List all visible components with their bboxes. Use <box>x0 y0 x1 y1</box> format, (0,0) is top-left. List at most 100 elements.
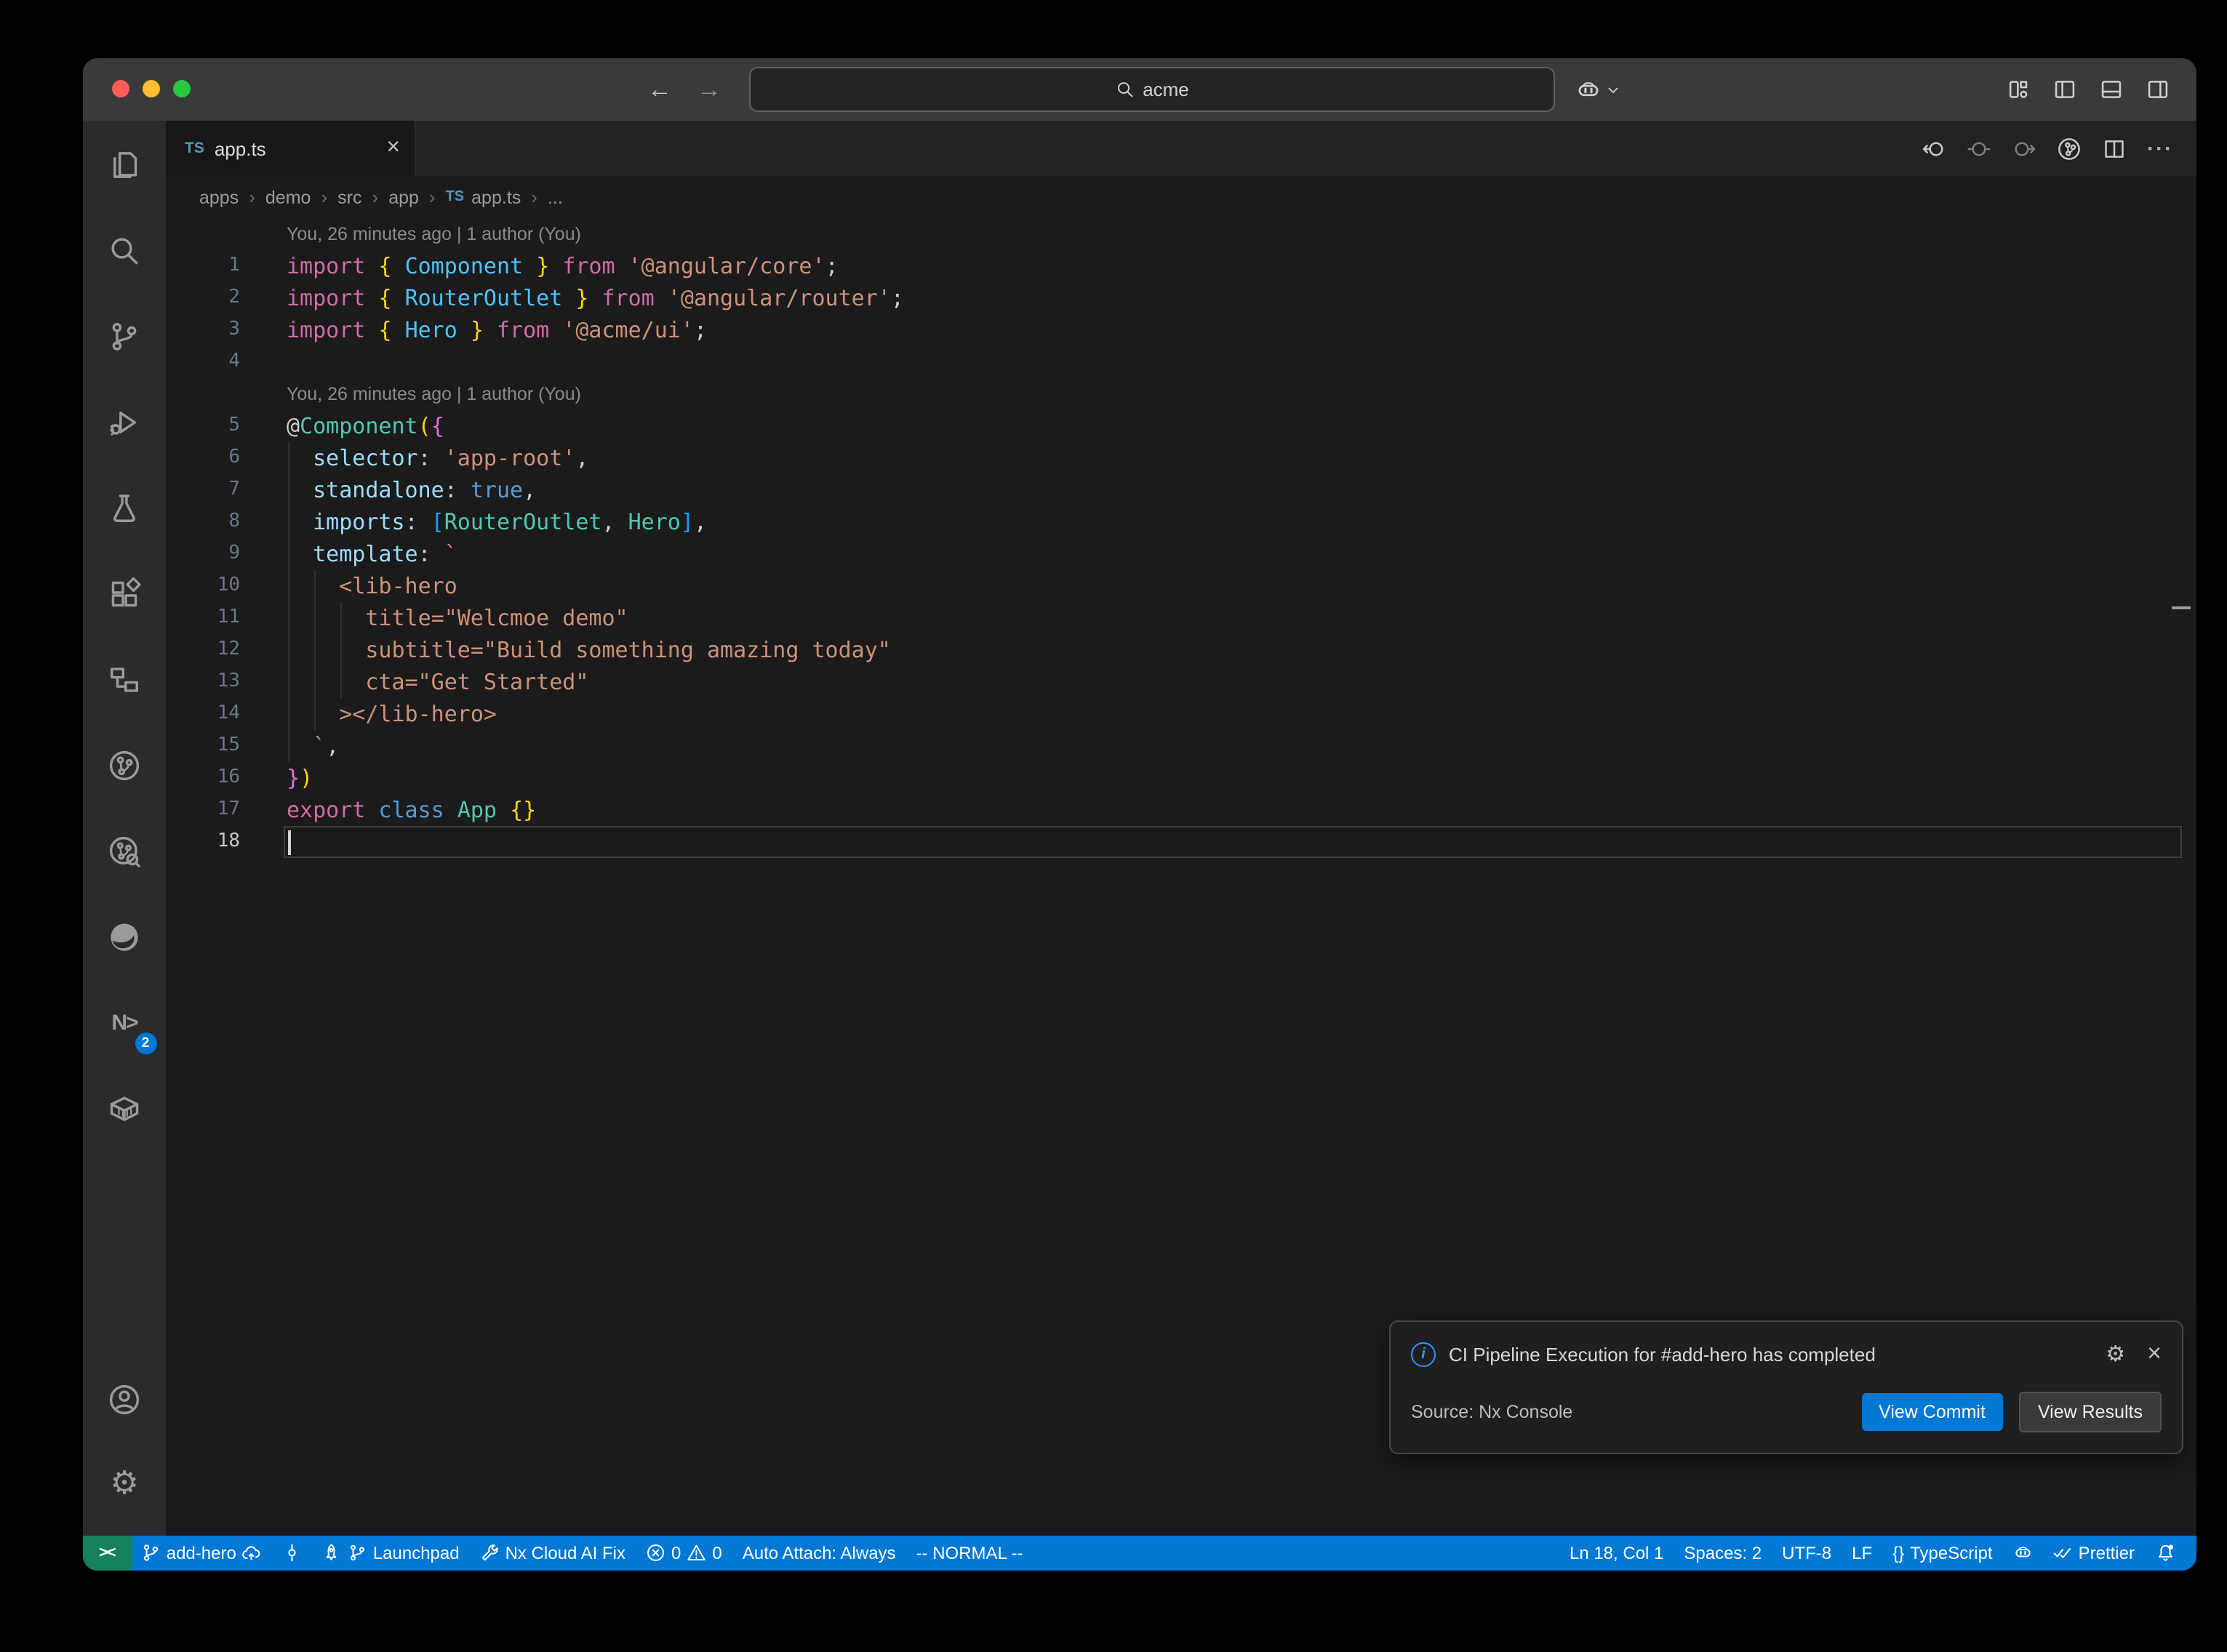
activity-item-accounts[interactable] <box>89 1364 159 1434</box>
status-item-vim-mode[interactable]: -- NORMAL -- <box>906 1543 1033 1563</box>
toast-title: CI Pipeline Execution for #add-hero has … <box>1449 1343 2092 1365</box>
code-text: import { Component } from '@angular/core… <box>287 250 839 282</box>
panel-right-icon[interactable] <box>2146 77 2170 102</box>
code-line[interactable]: 10 <lib-hero <box>166 570 2196 602</box>
breadcrumb-item-apps[interactable]: apps <box>199 187 239 207</box>
warning-icon <box>687 1544 706 1563</box>
activity-item-explorer[interactable] <box>89 129 159 199</box>
close-icon[interactable]: × <box>2147 1339 2162 1368</box>
code-line[interactable]: 5@Component({ <box>166 410 2196 442</box>
activity-item-source-control[interactable] <box>89 301 159 371</box>
line-number: 16 <box>166 762 240 794</box>
copilot-icon[interactable] <box>1575 76 1602 103</box>
back-arrow[interactable]: ← <box>647 75 672 104</box>
activity-item-search[interactable] <box>89 215 159 285</box>
activity-item-gitlens[interactable] <box>89 730 159 800</box>
activity-item-project-graph[interactable] <box>89 644 159 714</box>
circle-line-icon[interactable] <box>1967 136 1991 161</box>
indent-guide <box>314 570 316 730</box>
status-item-branch[interactable]: add-hero <box>131 1543 272 1563</box>
code-line[interactable]: 11 title="Welcmoe demo" <box>166 602 2196 634</box>
screenshot-stage: ←→ acme N>2⚙ TS app.ts × ··· a <box>0 0 2227 1652</box>
nx-icon: N> <box>111 1010 137 1035</box>
breadcrumb-item-src[interactable]: src <box>337 187 361 207</box>
code-text: }) <box>287 762 313 794</box>
more-actions-icon[interactable]: ··· <box>2147 136 2173 161</box>
status-item-problems[interactable]: 00 <box>636 1543 732 1563</box>
chevron-down-icon[interactable] <box>1606 82 1620 97</box>
status-item-cursor-position[interactable]: Ln 18, Col 1 <box>1559 1543 1674 1563</box>
command-center-search[interactable]: acme <box>749 67 1555 112</box>
code-line[interactable]: 13 cta="Get Started" <box>166 666 2196 698</box>
commit-icon <box>282 1544 302 1563</box>
zoom-window-button[interactable] <box>173 80 191 97</box>
tab-app-ts[interactable]: TS app.ts × <box>166 121 416 176</box>
status-item-language-mode[interactable]: {}TypeScript <box>1882 1543 2002 1563</box>
circle-arrow-right-icon[interactable] <box>2012 136 2036 161</box>
activity-item-run-debug[interactable] <box>89 387 159 457</box>
code-line[interactable]: 3import { Hero } from '@acme/ui'; <box>166 314 2196 346</box>
activity-item-gitlens-inspect[interactable] <box>89 816 159 886</box>
code-line[interactable]: 6 selector: 'app-root', <box>166 442 2196 474</box>
panel-left-icon[interactable] <box>2052 77 2077 102</box>
line-number: 14 <box>166 698 240 730</box>
activity-item-edge-tools[interactable] <box>89 902 159 971</box>
activity-item-nx-console[interactable]: N>2 <box>89 987 159 1057</box>
activity-item-settings[interactable]: ⚙ <box>89 1450 159 1520</box>
edge-icon <box>108 920 141 953</box>
activity-item-testing[interactable] <box>89 473 159 542</box>
current-line-highlight <box>284 826 2182 858</box>
line-number: 9 <box>166 538 240 570</box>
close-window-button[interactable] <box>112 80 129 97</box>
code-line[interactable]: 9 template: ` <box>166 538 2196 570</box>
breadcrumb-item-app-ts[interactable]: TSapp.ts <box>446 187 521 207</box>
panel-bottom-icon[interactable] <box>2099 77 2124 102</box>
gear-icon[interactable]: ⚙ <box>2106 1341 2125 1367</box>
breadcrumb-item-demo[interactable]: demo <box>265 187 311 207</box>
code-line[interactable]: 7 standalone: true, <box>166 474 2196 506</box>
view-results-button[interactable]: View Results <box>2019 1392 2162 1432</box>
info-icon: i <box>1411 1342 1436 1366</box>
activity-item-extensions[interactable] <box>89 558 159 628</box>
activity-item-containers[interactable] <box>89 1073 159 1143</box>
split-editor-icon[interactable] <box>2102 136 2127 161</box>
status-item-git-graph[interactable] <box>272 1544 312 1563</box>
breadcrumb-item-app[interactable]: app <box>388 187 419 207</box>
code-line[interactable]: 17export class App {} <box>166 794 2196 826</box>
status-item-launchpad[interactable]: Launchpad <box>312 1543 470 1563</box>
remote-indicator[interactable]: >< <box>83 1536 131 1571</box>
code-line[interactable]: 16}) <box>166 762 2196 794</box>
code-text: ></lib-hero> <box>287 698 497 730</box>
circle-arrow-left-icon[interactable] <box>1922 136 1946 161</box>
status-item-copilot-status[interactable] <box>2003 1544 2043 1563</box>
code-line[interactable]: 14 ></lib-hero> <box>166 698 2196 730</box>
status-item-nx-cloud-ai-fix[interactable]: Nx Cloud AI Fix <box>470 1543 636 1563</box>
customize-layout-icon[interactable] <box>2006 77 2031 102</box>
status-item-notifications-bell[interactable] <box>2145 1544 2185 1563</box>
search-icon <box>1115 80 1134 99</box>
line-number: 2 <box>166 282 240 314</box>
git-branch-icon <box>141 1544 161 1563</box>
editor-actions: ··· <box>1922 121 2196 176</box>
status-item-indentation[interactable]: Spaces: 2 <box>1674 1543 1772 1563</box>
status-item-formatter[interactable]: Prettier <box>2043 1543 2145 1563</box>
code-line[interactable]: 4 <box>166 346 2196 378</box>
minimize-window-button[interactable] <box>143 80 160 97</box>
gitlens-graph-icon[interactable] <box>2057 136 2082 161</box>
forward-arrow[interactable]: → <box>697 75 721 104</box>
status-item-auto-attach[interactable]: Auto Attach: Always <box>732 1543 906 1563</box>
close-tab-icon[interactable]: × <box>386 137 400 160</box>
breadcrumb-item--[interactable]: ... <box>548 187 563 207</box>
code-line[interactable]: 2import { RouterOutlet } from '@angular/… <box>166 282 2196 314</box>
code-line[interactable]: 15 `, <box>166 730 2196 762</box>
code-line[interactable]: 1import { Component } from '@angular/cor… <box>166 250 2196 282</box>
status-item-eol[interactable]: LF <box>1842 1543 1882 1563</box>
container-icon <box>108 1091 141 1125</box>
status-item-label: UTF-8 <box>1782 1543 1831 1563</box>
status-item-encoding[interactable]: UTF-8 <box>1772 1543 1842 1563</box>
code-line[interactable]: 8 imports: [RouterOutlet, Hero], <box>166 506 2196 538</box>
copilot-menu[interactable] <box>1575 58 1620 121</box>
view-commit-button[interactable]: View Commit <box>1861 1393 2003 1431</box>
code-line[interactable]: 12 subtitle="Build something amazing tod… <box>166 634 2196 666</box>
code-editor[interactable]: You, 26 minutes ago | 1 author (You)1imp… <box>166 218 2196 1536</box>
